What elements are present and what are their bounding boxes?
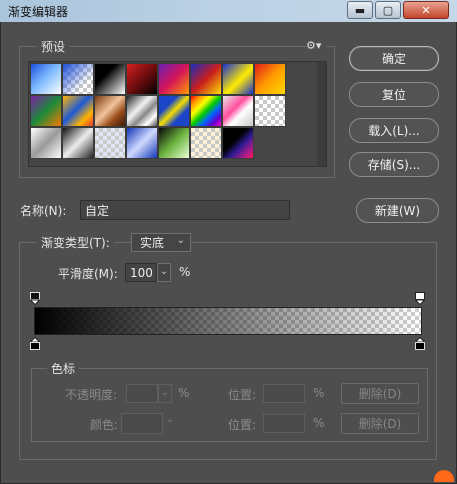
preset-swatch[interactable] (190, 95, 222, 127)
preset-swatch[interactable] (158, 95, 190, 127)
smoothness-unit: % (179, 265, 191, 279)
close-icon: ✕ (421, 3, 431, 17)
preset-swatch[interactable] (62, 95, 94, 127)
preset-swatch[interactable] (126, 127, 158, 159)
gradient-type-label: 渐变类型(T): (37, 234, 114, 251)
preset-swatch[interactable] (126, 95, 158, 127)
smoothness-label: 平滑度(M): (58, 267, 118, 281)
preset-swatch[interactable] (254, 95, 286, 127)
maximize-icon: ▢ (382, 3, 394, 17)
minimize-icon: ▬ (354, 3, 366, 17)
preset-swatch-empty (254, 127, 286, 159)
chevron-down-icon: ⌄ (176, 235, 185, 246)
preset-swatch[interactable] (94, 127, 126, 159)
preset-swatch[interactable] (190, 63, 222, 95)
new-button[interactable]: 新建(W) (356, 198, 439, 223)
title-bar[interactable]: 渐变编辑器 ▬ ▢ ✕ (0, 0, 457, 22)
presets-scrollbar[interactable] (317, 62, 326, 166)
smoothness-input[interactable]: 100 (125, 263, 157, 282)
stops-title: 色标 (47, 360, 80, 377)
gear-icon[interactable]: ⚙▾ (306, 39, 326, 53)
gradient-preview-bar[interactable] (34, 307, 422, 335)
opacity-input[interactable] (126, 384, 158, 403)
window-title: 渐变编辑器 (8, 5, 69, 19)
opacity-stop-right[interactable] (415, 292, 425, 305)
preset-swatch[interactable] (158, 63, 190, 95)
color-label: 颜色: (90, 418, 119, 432)
name-input[interactable]: 自定 (80, 200, 290, 220)
opacity-label: 不透明度: (65, 388, 118, 402)
color-location-input[interactable] (263, 414, 305, 433)
color-stop-right[interactable] (415, 337, 425, 350)
preset-swatch[interactable] (30, 95, 62, 127)
opacity-location-label: 位置: (228, 388, 257, 402)
preset-swatch[interactable] (254, 63, 286, 95)
preset-swatch[interactable] (30, 127, 62, 159)
preset-swatch[interactable] (94, 95, 126, 127)
preset-swatch[interactable] (222, 127, 254, 159)
ok-button[interactable]: 确定 (349, 46, 439, 71)
presets-label: 预设 (37, 38, 70, 55)
color-location-unit: % (313, 416, 325, 430)
gradient-type-value: 实底 (140, 236, 165, 250)
minimize-button[interactable]: ▬ (347, 1, 373, 19)
preset-swatch[interactable] (62, 127, 94, 159)
opacity-location-unit: % (313, 386, 325, 400)
preset-swatch[interactable] (190, 127, 222, 159)
preset-swatch[interactable] (94, 63, 126, 95)
preset-swatch[interactable] (30, 63, 62, 95)
name-label: 名称(N): (20, 204, 67, 218)
load-button[interactable]: 载入(L)... (349, 118, 439, 143)
color-location-label: 位置: (228, 418, 257, 432)
close-button[interactable]: ✕ (403, 1, 449, 19)
gradient-type-select[interactable]: 实底 ⌄ (131, 233, 191, 252)
save-button[interactable]: 存储(S)... (349, 152, 439, 177)
preset-swatch[interactable] (62, 63, 94, 95)
delete-color-stop-button[interactable]: 删除(D) (341, 413, 419, 434)
preset-swatch[interactable] (222, 63, 254, 95)
color-stop-left[interactable] (30, 337, 40, 350)
delete-opacity-stop-button[interactable]: 删除(D) (341, 383, 419, 404)
preset-swatch[interactable] (158, 127, 190, 159)
reset-button[interactable]: 复位 (349, 82, 439, 107)
preset-swatch[interactable] (222, 95, 254, 127)
opacity-location-input[interactable] (263, 384, 305, 403)
preset-swatches (30, 63, 286, 159)
smoothness-chevron-icon[interactable]: ⌄ (157, 263, 171, 282)
maximize-button[interactable]: ▢ (375, 1, 401, 19)
color-swatch[interactable] (121, 413, 163, 434)
opacity-unit: % (178, 386, 190, 400)
color-chevron-icon[interactable]: ⌄ (166, 414, 174, 425)
opacity-chevron-icon[interactable]: ⌄ (158, 384, 172, 403)
opacity-stop-left[interactable] (30, 292, 40, 305)
preset-swatch[interactable] (126, 63, 158, 95)
